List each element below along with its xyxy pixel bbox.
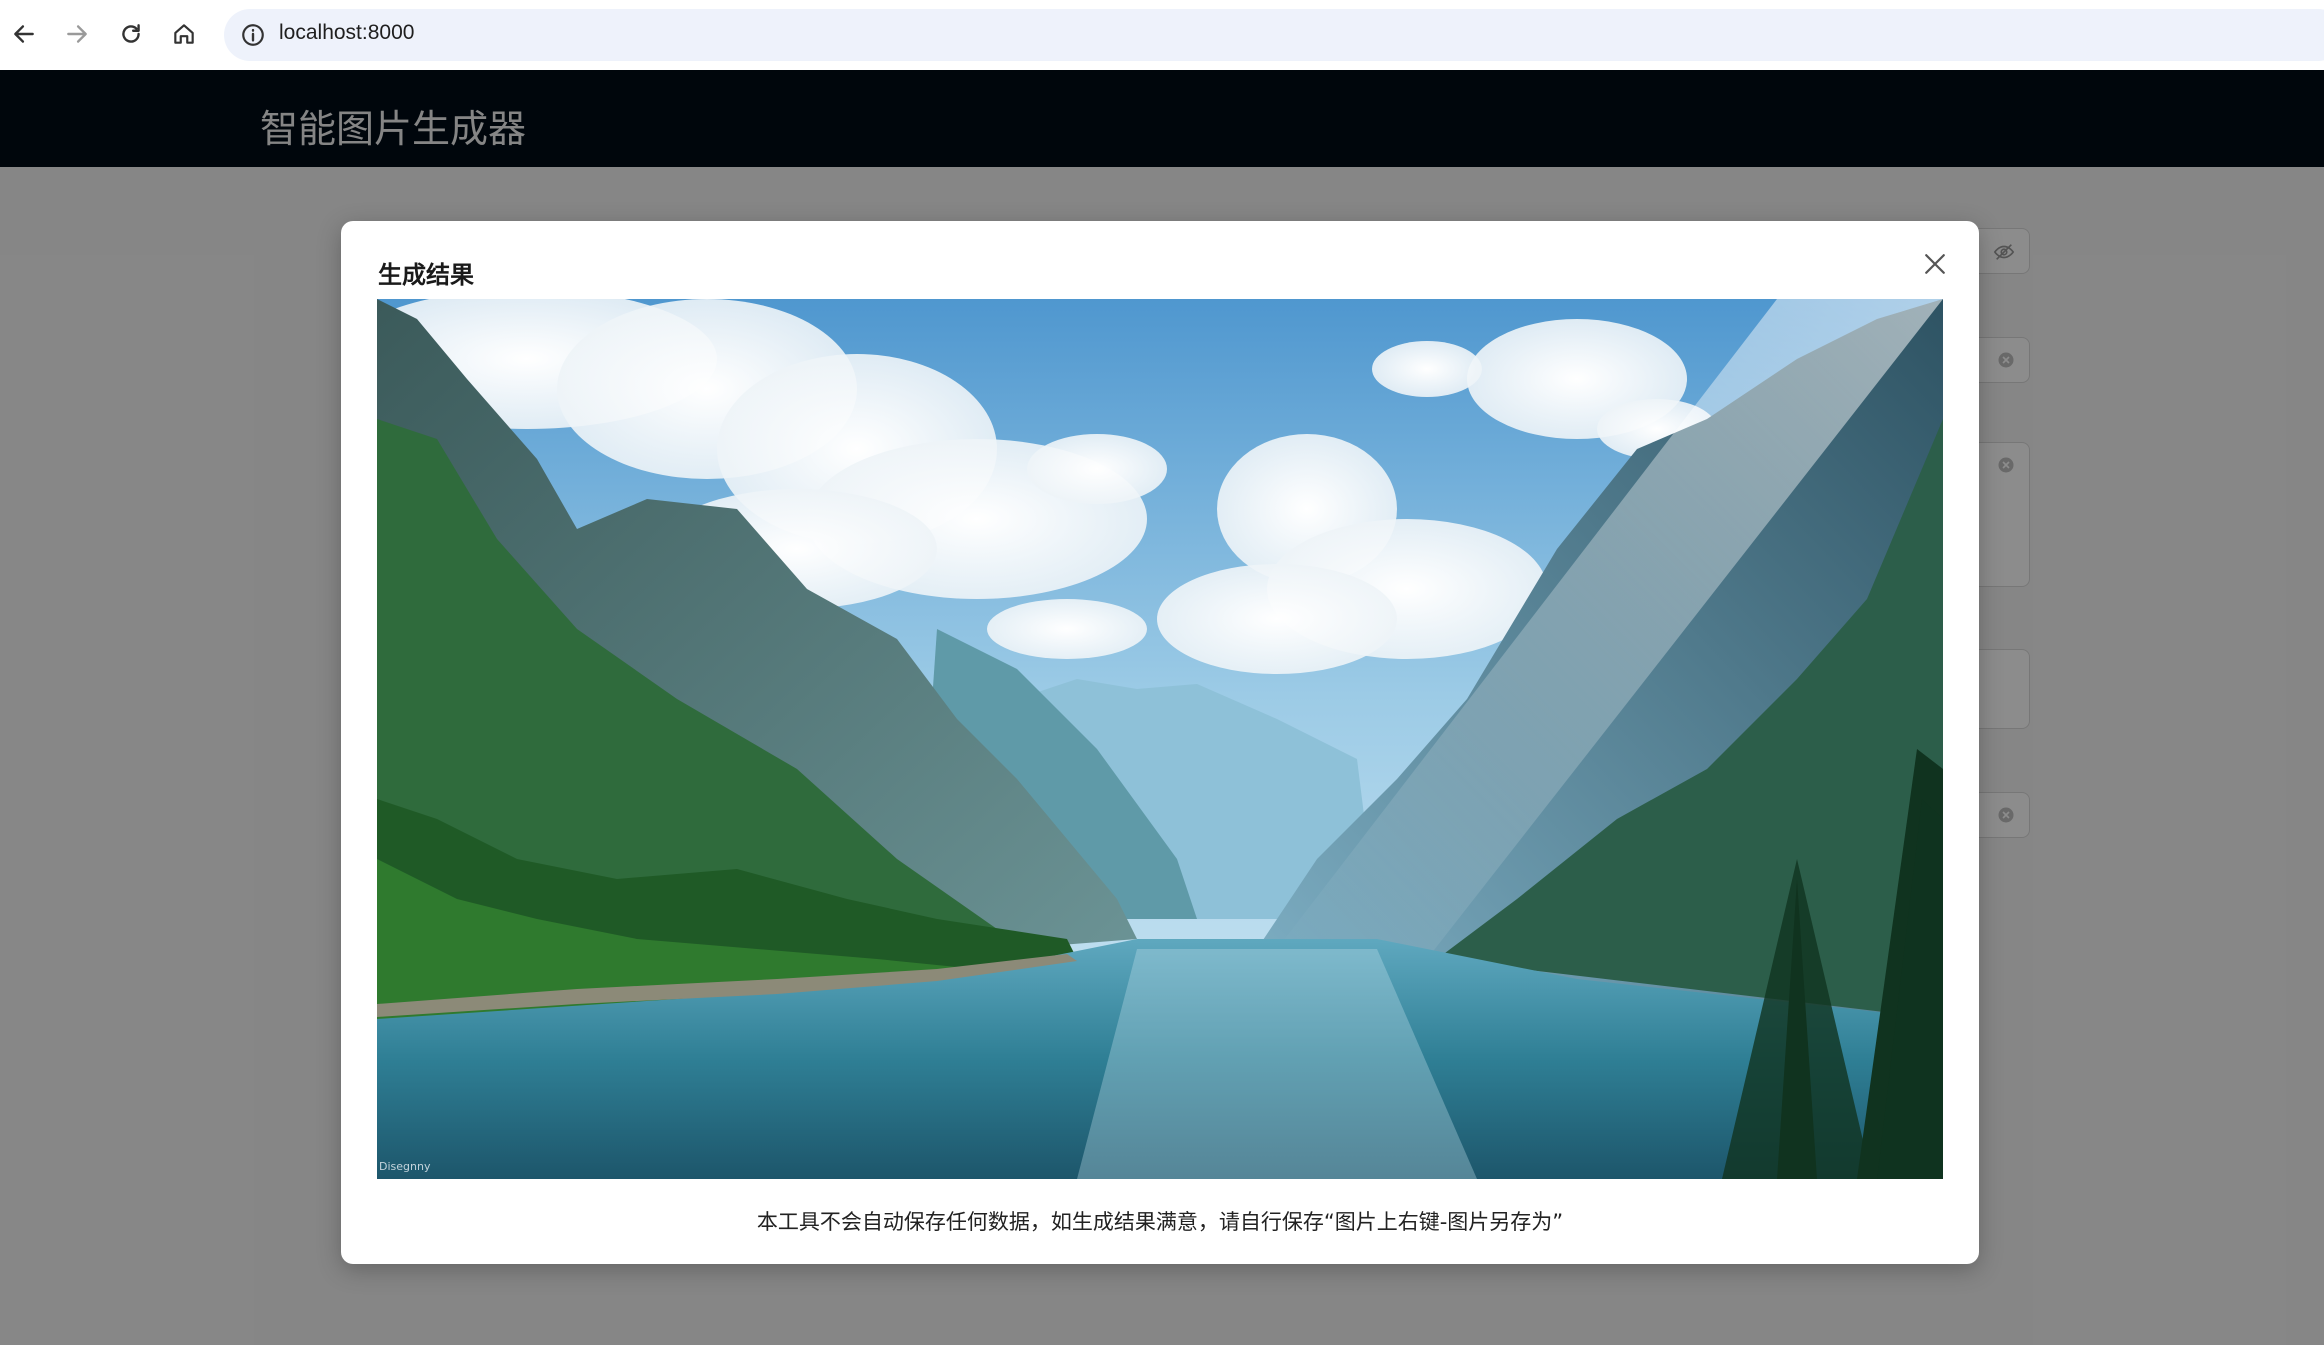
- url-text: localhost:8000: [279, 21, 415, 44]
- generated-image: Disegnny: [377, 299, 1943, 1179]
- home-icon: [174, 24, 194, 44]
- close-icon[interactable]: [1920, 249, 1950, 279]
- forward-button[interactable]: [57, 14, 97, 54]
- image-watermark: Disegnny: [379, 1160, 431, 1173]
- home-button[interactable]: [164, 14, 204, 54]
- reload-button[interactable]: [111, 14, 151, 54]
- result-modal: 生成结果 Disegnny 本工具不会自动保存任何数据，如生成结果满意，请自行保…: [341, 221, 1979, 1264]
- browser-toolbar: localhost:8000: [0, 0, 2324, 70]
- address-bar[interactable]: localhost:8000: [224, 9, 2324, 61]
- landscape-image: [377, 299, 1943, 1179]
- site-info-icon[interactable]: [240, 22, 266, 48]
- reload-icon: [122, 24, 140, 43]
- back-button[interactable]: [4, 14, 44, 54]
- save-notice: 本工具不会自动保存任何数据，如生成结果满意，请自行保存“图片上右键-图片另存为”: [756, 1210, 1564, 1234]
- forward-arrow-icon: [67, 25, 87, 43]
- modal-title: 生成结果: [378, 261, 474, 289]
- back-arrow-icon: [14, 25, 34, 43]
